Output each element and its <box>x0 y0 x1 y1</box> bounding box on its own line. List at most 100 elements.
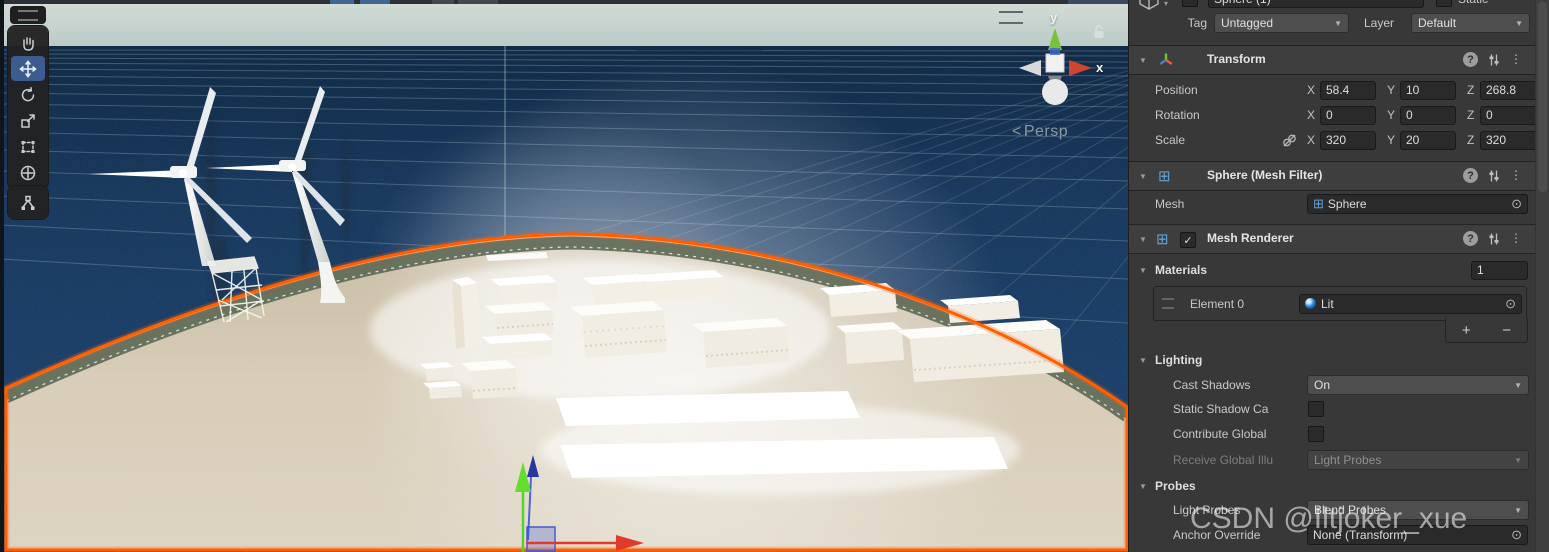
scale-x-field[interactable]: 320 <box>1320 130 1376 150</box>
mesh-renderer-header[interactable]: ▼ ⊞ ✓ Mesh Renderer ? ⋮ <box>1129 224 1536 254</box>
material-object-field[interactable]: Lit ⊙ <box>1299 293 1522 314</box>
layer-dropdown[interactable]: Default ▼ <box>1411 13 1530 33</box>
layer-label: Layer <box>1364 16 1395 30</box>
static-shadow-caster-label: Static Shadow Ca <box>1173 402 1269 416</box>
hand-tool-button[interactable] <box>11 30 45 55</box>
scale-tool-button[interactable] <box>11 108 45 133</box>
anchor-override-field[interactable]: None (Transform) ⊙ <box>1307 525 1528 545</box>
foldout-arrow-icon[interactable]: ▼ <box>1139 235 1147 244</box>
rotation-x-field[interactable]: 0 <box>1320 105 1376 125</box>
light-probes-row: Light Probes Blend Probes ▼ <box>1129 499 1536 521</box>
position-y-field[interactable]: 10 <box>1400 80 1456 100</box>
mesh-object-field[interactable]: ⊞ Sphere ⊙ <box>1307 194 1528 214</box>
position-x-field[interactable]: 58.4 <box>1320 80 1376 100</box>
foldout-arrow-icon[interactable]: ▼ <box>1139 266 1147 275</box>
transform-tool-button[interactable] <box>11 160 45 185</box>
light-probes-label: Light Probes <box>1173 503 1241 517</box>
lighting-foldout[interactable]: ▼ Lighting <box>1129 350 1536 370</box>
cast-shadows-dropdown[interactable]: On ▼ <box>1307 375 1529 395</box>
mesh-icon: ⊞ <box>1313 196 1324 211</box>
add-material-button[interactable]: + <box>1462 322 1471 339</box>
materials-list-footer: + − <box>1445 318 1528 343</box>
gizmo-left-axis <box>1019 60 1041 76</box>
kebab-menu-icon[interactable]: ⋮ <box>1510 169 1522 181</box>
scene-toolbar <box>8 26 48 189</box>
position-label: Position <box>1155 83 1198 97</box>
scale-y-field[interactable]: 20 <box>1400 130 1456 150</box>
light-probes-dropdown[interactable]: Blend Probes ▼ <box>1307 500 1529 520</box>
static-shadow-caster-checkbox[interactable] <box>1308 401 1324 417</box>
anchor-override-label: Anchor Override <box>1173 528 1261 542</box>
object-picker-icon[interactable]: ⊙ <box>1508 527 1525 543</box>
active-checkbox[interactable] <box>1182 0 1199 7</box>
presets-icon[interactable] <box>1487 53 1501 67</box>
scale-z-field[interactable]: 320 <box>1480 130 1539 150</box>
presets-icon[interactable] <box>1487 232 1501 246</box>
lock-icon <box>1094 25 1104 38</box>
kebab-menu-icon[interactable]: ⋮ <box>1510 232 1522 244</box>
materials-count-field[interactable]: 1 <box>1471 260 1528 280</box>
static-checkbox[interactable] <box>1436 0 1453 7</box>
component-enabled-checkbox[interactable]: ✓ <box>1180 232 1196 248</box>
rect-icon <box>21 140 35 153</box>
materials-row: ▼ Materials 1 <box>1129 259 1536 281</box>
gizmo-center-cube <box>1045 53 1065 73</box>
unity-editor-window: y x <Persp ▾ Sphere (1) Static <box>0 0 1549 552</box>
name-field[interactable]: Sphere (1) <box>1208 0 1425 8</box>
cast-shadows-label: Cast Shadows <box>1173 378 1251 392</box>
rotation-y-field[interactable]: 0 <box>1400 105 1456 125</box>
gizmo-y-axis <box>1048 28 1062 50</box>
remove-material-button[interactable]: − <box>1502 322 1511 339</box>
chevron-down-icon: ▼ <box>1514 380 1522 390</box>
help-icon[interactable]: ? <box>1463 231 1478 246</box>
drag-handle-icon[interactable] <box>1162 298 1174 309</box>
foldout-arrow-icon[interactable]: ▼ <box>1139 56 1147 65</box>
hand-icon <box>23 36 34 51</box>
move-icon <box>19 59 37 78</box>
unlinked-scale-icon[interactable] <box>1282 133 1297 148</box>
chevron-down-icon: ▼ <box>1514 505 1522 515</box>
gizmo-x-label[interactable]: x <box>1096 60 1103 75</box>
scrollbar-thumb[interactable] <box>1538 2 1547 192</box>
cast-shadows-row: Cast Shadows On ▼ <box>1129 374 1536 396</box>
rotate-tool-button[interactable] <box>11 82 45 107</box>
mesh-renderer-icon: ⊞ <box>1156 231 1169 248</box>
object-picker-icon[interactable]: ⊙ <box>1508 196 1525 212</box>
contribute-gi-checkbox[interactable] <box>1308 426 1324 442</box>
kebab-menu-icon[interactable]: ⋮ <box>1510 53 1522 65</box>
custom-tool-button[interactable] <box>11 190 45 215</box>
chevron-down-icon[interactable]: ▾ <box>1164 0 1168 8</box>
contribute-gi-label: Contribute Global <box>1173 427 1267 441</box>
mesh-filter-icon: ⊞ <box>1158 168 1171 185</box>
probes-foldout[interactable]: ▼ Probes <box>1129 476 1536 496</box>
rotation-z-field[interactable]: 0 <box>1480 105 1539 125</box>
toolbar-drag-handle[interactable] <box>10 6 46 24</box>
probes-title: Probes <box>1155 479 1196 493</box>
gameobject-header-row: ▾ Sphere (1) Static <box>1129 0 1536 10</box>
static-label: Static <box>1458 0 1488 6</box>
element0-label: Element 0 <box>1190 296 1245 311</box>
orientation-gizmo: y x <box>995 2 1125 122</box>
object-picker-icon[interactable]: ⊙ <box>1502 296 1519 312</box>
rect-tool-button[interactable] <box>11 134 45 159</box>
tag-dropdown[interactable]: Untagged ▼ <box>1214 13 1349 33</box>
help-icon[interactable]: ? <box>1463 52 1478 67</box>
help-icon[interactable]: ? <box>1463 168 1478 183</box>
foldout-arrow-icon[interactable]: ▼ <box>1139 172 1147 181</box>
transform-icon <box>20 165 36 180</box>
scene-viewport[interactable]: y x < Persp <box>0 0 1128 552</box>
transform-header[interactable]: ▼ Transform ? ⋮ <box>1129 45 1536 75</box>
persp-toggle[interactable]: < Persp <box>1012 123 1068 141</box>
receive-gi-dropdown[interactable]: Light Probes ▼ <box>1307 450 1529 470</box>
position-z-field[interactable]: 268.8 <box>1480 80 1539 100</box>
gizmo-y-label[interactable]: y <box>1050 10 1057 25</box>
presets-icon[interactable] <box>1487 169 1501 183</box>
move-tool-button[interactable] <box>11 56 45 81</box>
rotation-row: Rotation X0 Y0 Z0 <box>1129 104 1539 126</box>
mesh-filter-header[interactable]: ▼ ⊞ Sphere (Mesh Filter) ? ⋮ <box>1129 161 1536 191</box>
foldout-arrow-icon[interactable]: ▼ <box>1139 482 1147 491</box>
foldout-arrow-icon[interactable]: ▼ <box>1139 356 1147 365</box>
scale-label: Scale <box>1155 133 1186 147</box>
inspector-scrollbar[interactable] <box>1535 0 1549 552</box>
receive-gi-row: Receive Global Illu Light Probes ▼ <box>1129 449 1536 471</box>
